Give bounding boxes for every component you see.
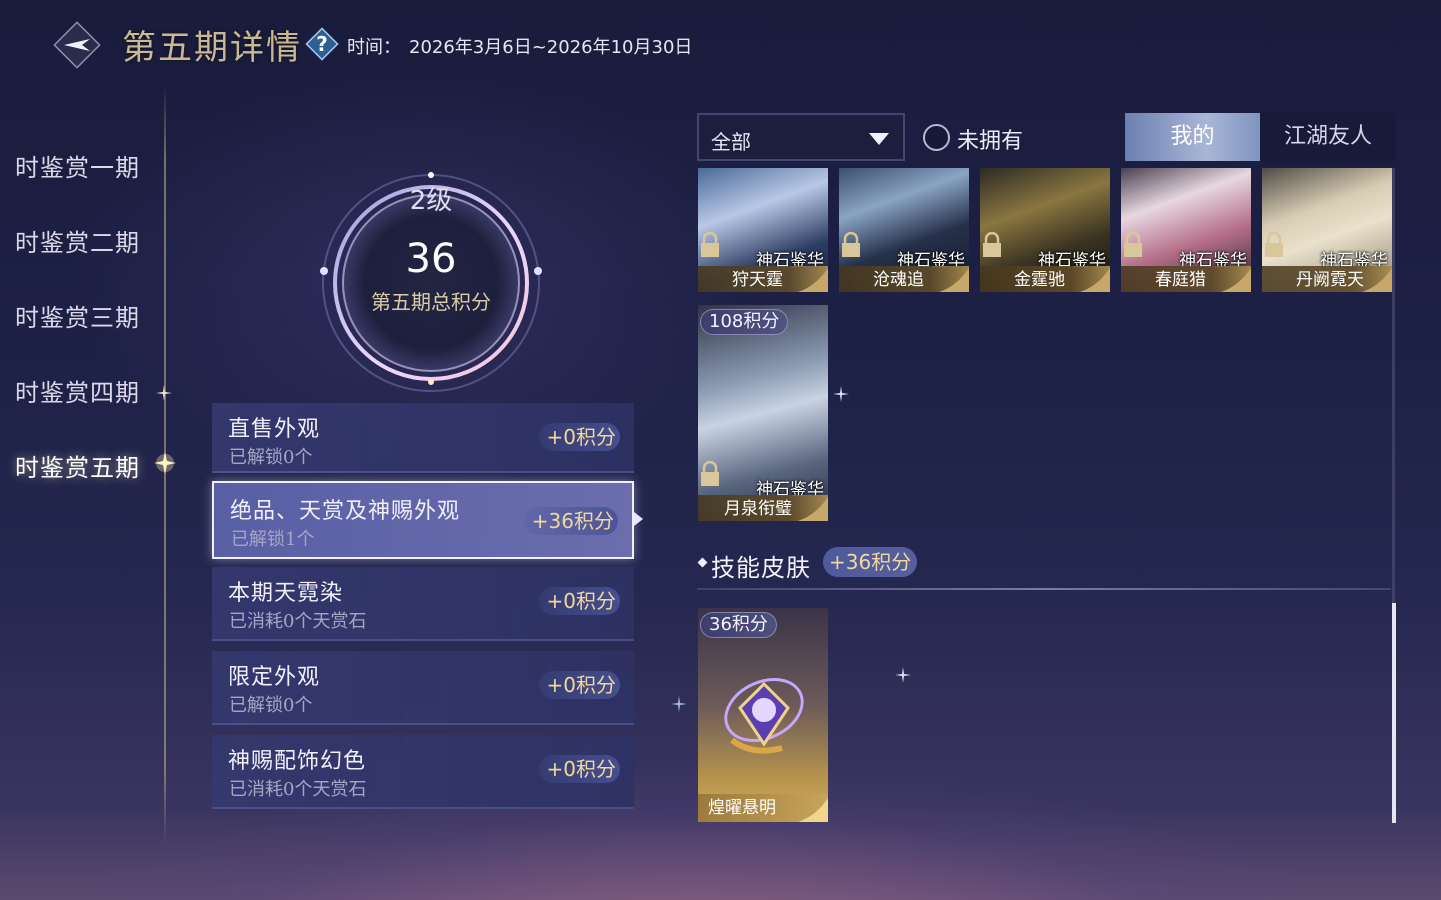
tab-friends[interactable]: 江湖友人 <box>1260 113 1396 161</box>
category-dye[interactable]: 本期天霓染 已消耗0个天赏石 +0积分 <box>212 567 634 641</box>
back-arrow-icon <box>53 21 101 69</box>
outfit-card[interactable]: 108积分 神石鉴华 月泉衔璧 <box>698 305 828 521</box>
page-title: 第五期详情 <box>122 28 302 68</box>
corner-ornament-icon <box>1221 268 1251 292</box>
category-points-badge: +0积分 <box>538 423 620 451</box>
nav-item-period-4[interactable]: 时鉴赏四期 <box>15 373 165 408</box>
total-score-label: 第五期总积分 <box>371 290 491 314</box>
period-label: 时间： <box>347 37 401 58</box>
category-premium-outfits[interactable]: 绝品、天赏及神赐外观 已解锁1个 +36积分 <box>212 481 634 559</box>
category-points-badge: +0积分 <box>538 755 620 783</box>
sparkle-decoration <box>156 385 172 401</box>
category-status: 已解锁0个 <box>229 695 313 716</box>
category-title: 绝品、天赏及神赐外观 <box>230 499 461 524</box>
lock-icon <box>1124 232 1142 257</box>
sparkle-decoration <box>833 386 849 402</box>
section-divider <box>697 588 1391 590</box>
category-status: 已消耗0个天赏石 <box>229 779 367 800</box>
corner-ornament-icon <box>939 268 969 292</box>
sparkle-decoration <box>895 667 911 683</box>
nav-item-period-5[interactable]: 时鉴赏五期 <box>15 448 165 483</box>
category-status: 已解锁0个 <box>229 447 313 468</box>
tab-mine[interactable]: 我的 <box>1125 113 1260 161</box>
total-score: 36 <box>405 236 457 282</box>
lock-icon <box>1265 232 1283 257</box>
chevron-down-icon <box>869 133 889 145</box>
category-direct-sale[interactable]: 直售外观 已解锁0个 +0积分 <box>212 403 634 473</box>
category-status: 已解锁1个 <box>231 529 315 550</box>
back-button[interactable] <box>52 20 102 70</box>
nav-item-period-3[interactable]: 时鉴赏三期 <box>15 298 165 333</box>
outfit-card[interactable]: 神石鉴华 狩天霆 <box>698 168 828 292</box>
outfit-card[interactable]: 神石鉴华 沧魂追 <box>839 168 969 292</box>
category-title: 直售外观 <box>228 417 321 442</box>
corner-ornament-icon <box>798 798 828 822</box>
points-tag: 36积分 <box>700 612 777 638</box>
score-level: 2级 <box>409 186 453 216</box>
lock-icon <box>983 232 1001 257</box>
sparkle-decoration <box>671 696 687 712</box>
lock-icon <box>701 461 719 486</box>
corner-ornament-icon <box>1080 268 1110 292</box>
category-points-badge: +0积分 <box>538 587 620 615</box>
filter-dropdown[interactable]: 全部 <box>697 113 905 161</box>
scrollbar-thumb[interactable] <box>1392 603 1396 823</box>
selected-arrow-icon <box>634 512 643 526</box>
category-title: 神赐配饰幻色 <box>228 749 367 774</box>
category-status: 已消耗0个天赏石 <box>229 611 367 632</box>
category-limited[interactable]: 限定外观 已解锁0个 +0积分 <box>212 651 634 725</box>
help-button[interactable]: ? <box>304 26 340 64</box>
help-question-icon: ? <box>305 27 339 61</box>
skill-section-points: +36积分 <box>823 547 918 577</box>
not-owned-radio[interactable] <box>923 124 950 151</box>
category-title: 本期天霓染 <box>228 581 344 606</box>
nav-item-period-2[interactable]: 时鉴赏二期 <box>15 223 165 258</box>
points-tag: 108积分 <box>700 309 789 335</box>
skill-skin-emblem-icon <box>724 678 804 754</box>
category-title: 限定外观 <box>228 665 321 690</box>
active-marker-icon <box>154 452 176 474</box>
lock-icon <box>842 232 860 257</box>
skill-section-title: 技能皮肤 <box>711 554 811 582</box>
outfit-card[interactable]: 神石鉴华 春庭猎 <box>1121 168 1251 292</box>
lock-icon <box>701 232 719 257</box>
skill-skin-card[interactable]: 36积分 煌曜悬明 <box>698 608 828 822</box>
section-bullet <box>697 557 708 568</box>
outfit-card[interactable]: 神石鉴华 金霆驰 <box>980 168 1110 292</box>
category-points-badge: +36积分 <box>523 507 618 535</box>
corner-ornament-icon <box>798 268 828 292</box>
category-points-badge: +0积分 <box>538 671 620 699</box>
nav-item-period-1[interactable]: 时鉴赏一期 <box>15 148 165 183</box>
not-owned-label[interactable]: 未拥有 <box>957 123 1023 155</box>
corner-ornament-icon <box>798 497 828 521</box>
corner-ornament-icon <box>1362 268 1392 292</box>
period-value: 2026年3月6日~2026年10月30日 <box>409 37 693 58</box>
category-accessory-colors[interactable]: 神赐配饰幻色 已消耗0个天赏石 +0积分 <box>212 735 634 809</box>
svg-text:?: ? <box>316 32 328 56</box>
dropdown-value: 全部 <box>711 130 751 154</box>
outfit-card[interactable]: 神石鉴华 丹阙霓天 <box>1262 168 1392 292</box>
